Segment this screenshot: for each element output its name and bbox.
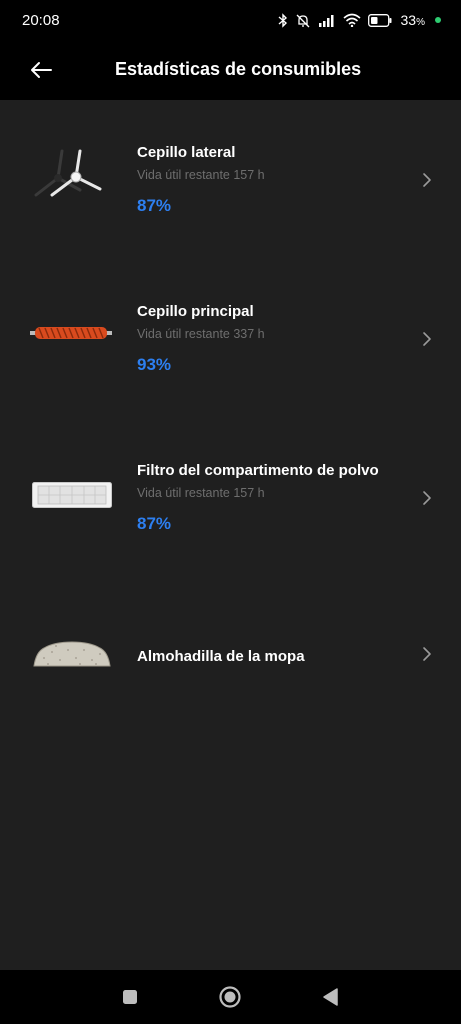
- app-header: Estadísticas de consumibles: [0, 40, 461, 100]
- battery-icon: [367, 13, 392, 27]
- page-title: Estadísticas de consumibles: [115, 59, 362, 79]
- consumable-name: Cepillo lateral: [137, 144, 236, 161]
- chevron-right-icon: [423, 491, 431, 505]
- consumable-item-mop-pad[interactable]: Almohadilla de la mopa: [0, 610, 461, 730]
- chevron-right-icon: [423, 332, 431, 346]
- chevron-right-icon: [423, 173, 431, 187]
- mop-pad-image: [32, 638, 112, 675]
- consumable-name: Filtro del compartimento de polvo: [137, 462, 379, 479]
- main-brush-image: [30, 323, 112, 348]
- battery-percent: 33%: [400, 12, 425, 28]
- square-icon: [123, 990, 137, 1004]
- side-brush-image: [30, 145, 102, 210]
- wifi-icon: [342, 13, 361, 27]
- circle-home-icon: [219, 986, 241, 1008]
- consumable-name: Cepillo principal: [137, 303, 254, 320]
- consumable-remaining-life: Vida útil restante 157 h: [137, 486, 265, 500]
- status-bar: 20:08 33%: [0, 0, 461, 40]
- chevron-right-icon: [423, 647, 431, 661]
- consumable-percent: 87%: [137, 196, 172, 215]
- consumable-name: Almohadilla de la mopa: [137, 648, 305, 665]
- consumable-remaining-life: Vida útil restante 337 h: [137, 327, 265, 341]
- muted-bell-icon: [296, 14, 309, 27]
- system-nav-bar: [0, 970, 461, 1024]
- nav-back-button[interactable]: [319, 985, 343, 1009]
- back-button[interactable]: [26, 56, 56, 84]
- bluetooth-icon: [278, 12, 287, 28]
- filter-image: [32, 482, 112, 513]
- consumable-remaining-life: Vida útil restante 157 h: [137, 168, 265, 182]
- consumable-item-filter[interactable]: Filtro del compartimento de polvo Vida ú…: [0, 448, 461, 568]
- arrow-left-icon: [31, 62, 52, 78]
- consumable-percent: 93%: [137, 355, 172, 374]
- signal-icon: [318, 14, 334, 27]
- consumable-item-main-brush[interactable]: Cepillo principal Vida útil restante 337…: [0, 289, 461, 409]
- status-icons: 33%: [278, 12, 441, 28]
- recents-button[interactable]: [118, 985, 142, 1009]
- status-time: 20:08: [22, 11, 60, 29]
- home-button[interactable]: [218, 985, 242, 1009]
- consumables-list: Cepillo lateral Vida útil restante 157 h…: [0, 100, 461, 970]
- consumable-percent: 87%: [137, 514, 172, 533]
- charging-dot: [435, 17, 441, 23]
- triangle-back-icon: [323, 988, 338, 1006]
- consumable-item-side-brush[interactable]: Cepillo lateral Vida útil restante 157 h…: [0, 130, 461, 250]
